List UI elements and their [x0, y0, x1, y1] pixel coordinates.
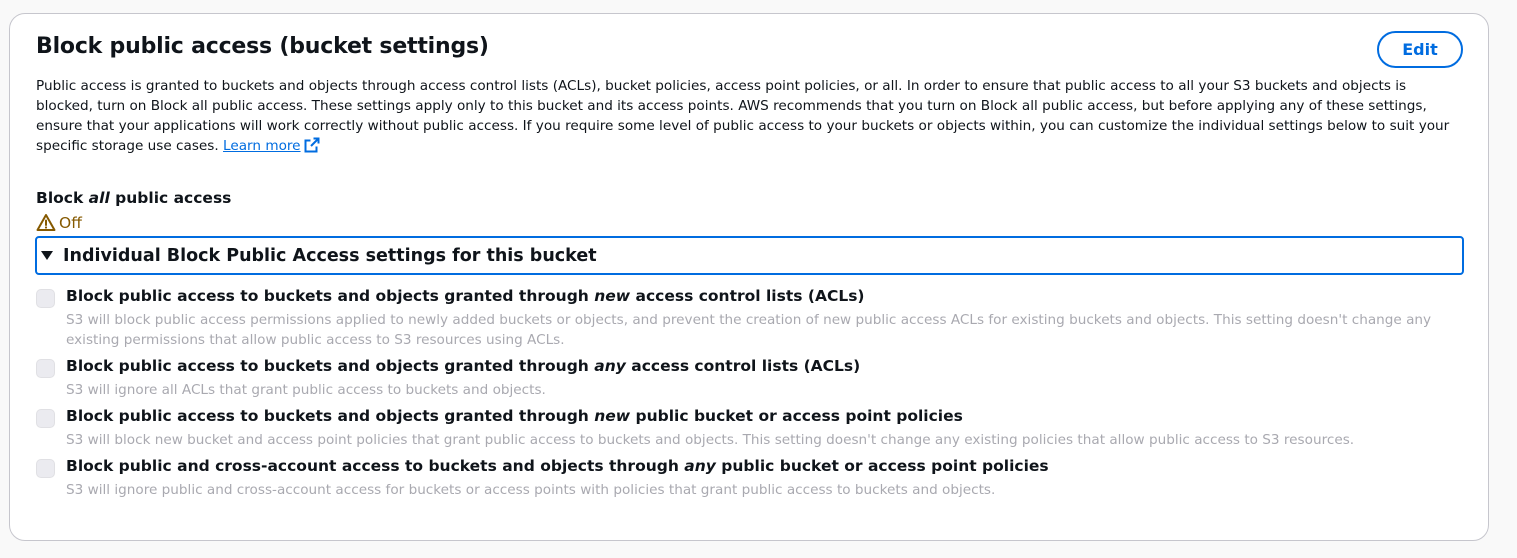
option-label-suffix: access control lists (ACLs)	[625, 357, 861, 375]
checkbox[interactable]	[36, 409, 55, 428]
status-text: Off	[59, 213, 82, 232]
checkbox[interactable]	[36, 289, 55, 308]
option-description: S3 will ignore all ACLs that grant publi…	[66, 382, 546, 398]
option-label-prefix: Block public and cross-account access to…	[66, 457, 685, 475]
block-public-access-panel: Block public access (bucket settings) Ed…	[9, 13, 1489, 541]
block-all-label-emphasis: all	[88, 189, 110, 207]
option-label-suffix: public bucket or access point policies	[715, 457, 1049, 475]
option-label-suffix: access control lists (ACLs)	[630, 287, 865, 305]
option-label: Block public access to buckets and objec…	[66, 287, 865, 305]
option-description: S3 will block public access permissions …	[66, 312, 1432, 348]
option-label-emphasis: new	[594, 407, 631, 425]
option-label: Block public access to buckets and objec…	[66, 407, 963, 425]
option-label: Block public and cross-account access to…	[66, 457, 1049, 475]
checkbox[interactable]	[36, 459, 55, 478]
panel-description: Public access is granted to buckets and …	[36, 76, 1466, 156]
option-description: S3 will block new bucket and access poin…	[66, 432, 1355, 448]
caret-down-icon	[41, 251, 53, 260]
edit-button[interactable]: Edit	[1377, 31, 1463, 68]
checkbox[interactable]	[36, 359, 55, 378]
block-all-label-suffix: public access	[109, 189, 232, 207]
option-label-emphasis: any	[594, 357, 626, 375]
option-label-prefix: Block public access to buckets and objec…	[66, 287, 595, 305]
individual-settings-expander[interactable]: Individual Block Public Access settings …	[35, 236, 1464, 275]
option-label: Block public access to buckets and objec…	[66, 357, 860, 375]
external-link-icon	[304, 137, 320, 153]
block-all-label-prefix: Block	[36, 189, 89, 207]
warning-icon	[36, 214, 56, 231]
learn-more-label: Learn more	[223, 138, 301, 154]
option-label-emphasis: any	[684, 457, 716, 475]
option-label-prefix: Block public access to buckets and objec…	[66, 357, 595, 375]
option-description: S3 will ignore public and cross-account …	[66, 482, 996, 498]
block-all-status: Off	[36, 213, 82, 232]
expander-label: Individual Block Public Access settings …	[63, 245, 597, 266]
block-all-label: Block all public access	[36, 189, 231, 207]
option-label-prefix: Block public access to buckets and objec…	[66, 407, 595, 425]
learn-more-link[interactable]: Learn more	[223, 137, 320, 154]
option-label-emphasis: new	[594, 287, 631, 305]
page-title: Block public access (bucket settings)	[36, 34, 489, 59]
option-label-suffix: public bucket or access point policies	[630, 407, 963, 425]
